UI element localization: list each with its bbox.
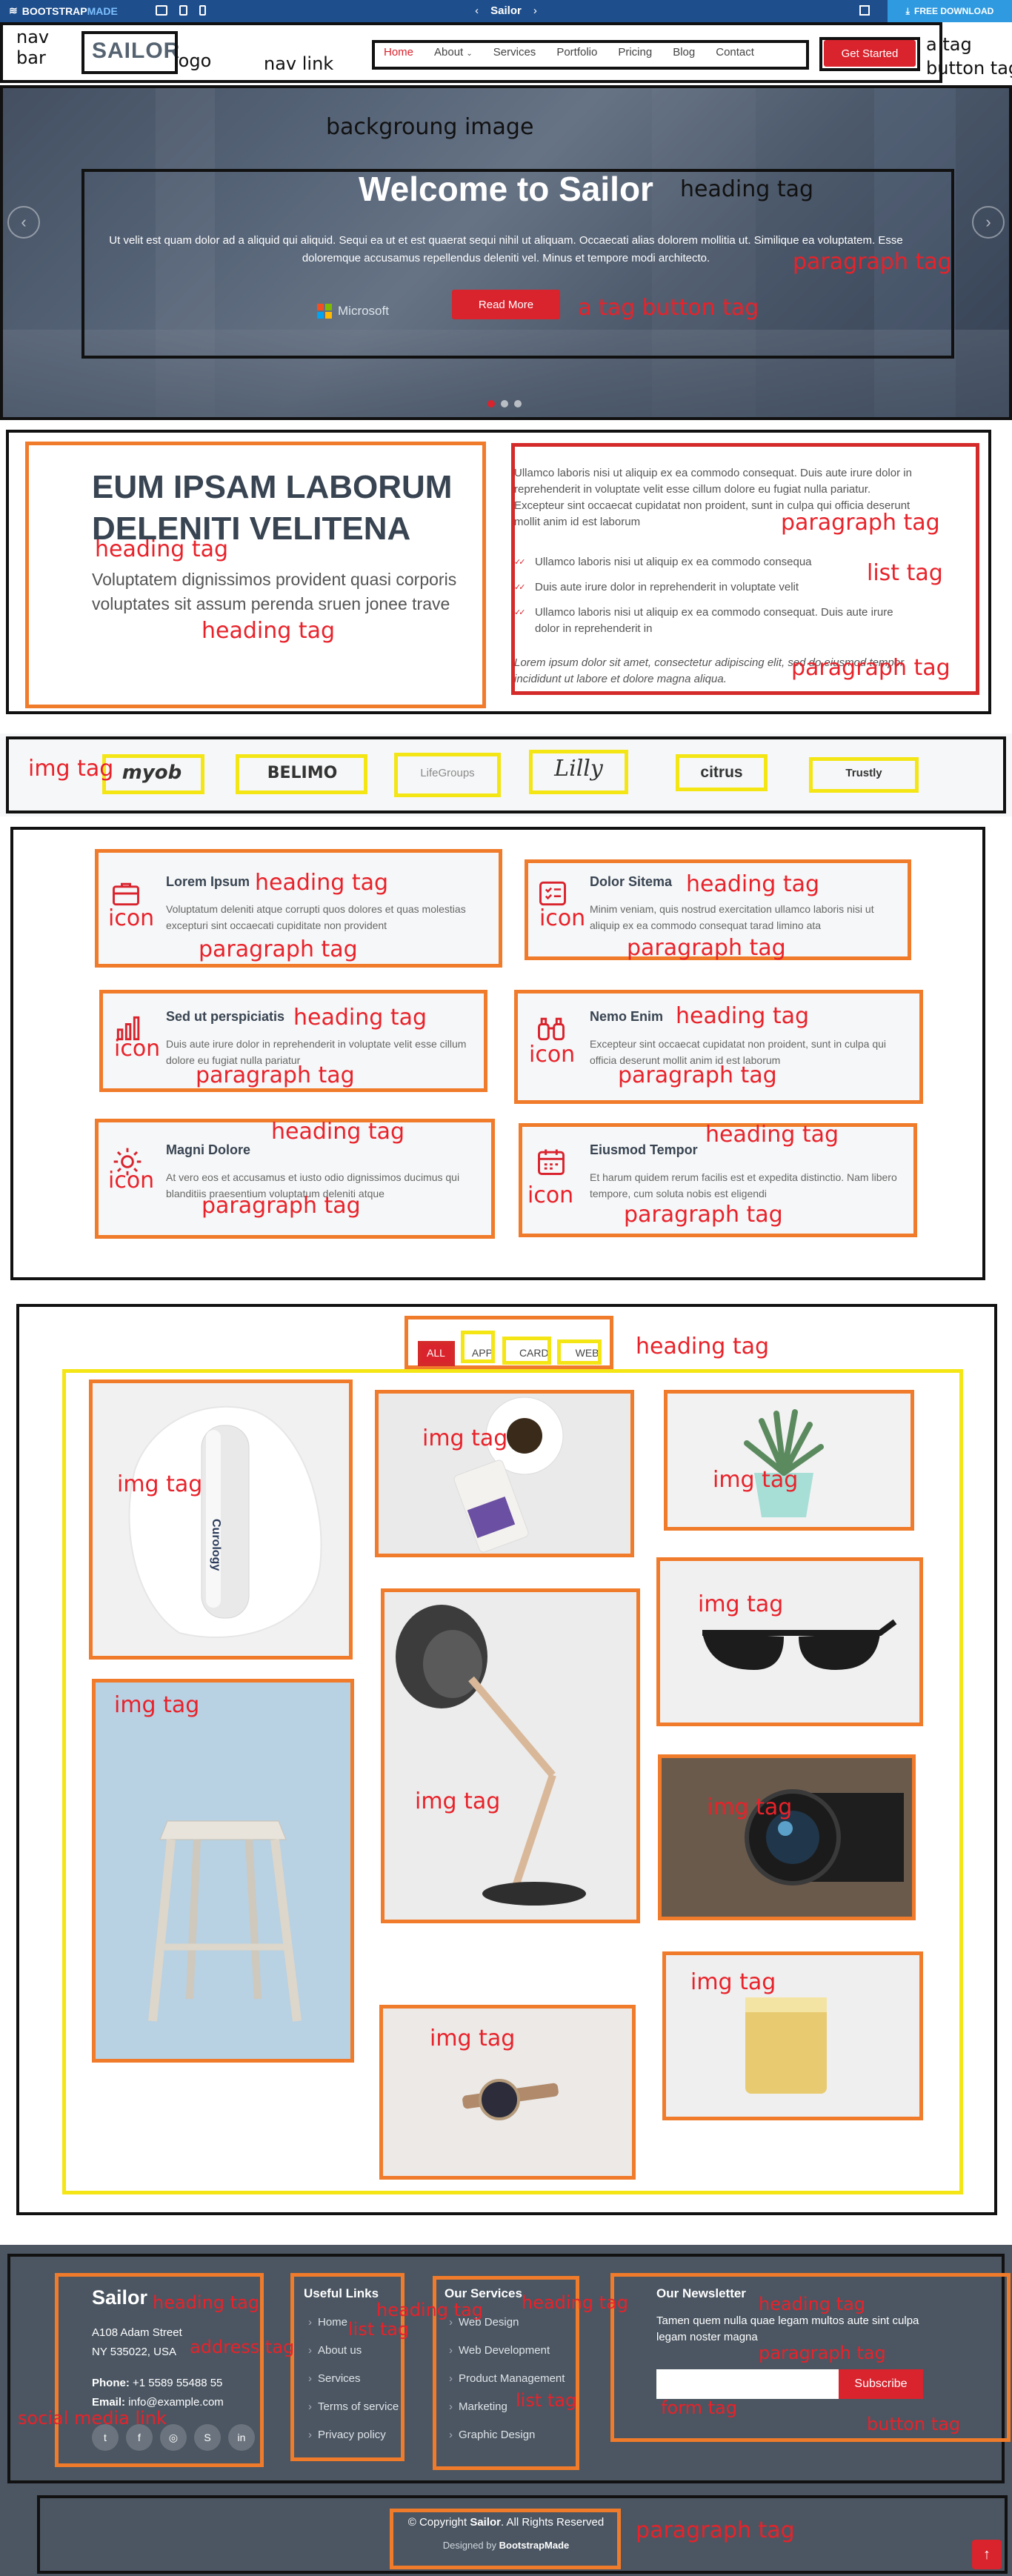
external-link-icon[interactable]	[859, 5, 870, 16]
annotation-label: paragraph tag	[618, 1062, 777, 1088]
annotation-label: paragraph tag	[793, 249, 952, 275]
annotation-box-nav	[372, 40, 809, 70]
annotation-label: img tag	[430, 2026, 516, 2051]
annotation-box-cta	[819, 37, 920, 71]
annotation-label: heading tag	[376, 2300, 484, 2320]
annotation-label: paragraph tag	[199, 936, 358, 962]
annotation-label: list tag	[348, 2319, 410, 2340]
annotation-label: paragraph tag	[791, 655, 951, 681]
annotation-label: paragraph tag	[781, 510, 940, 536]
annotation-label: social media link	[18, 2408, 167, 2429]
annotation-label: heading tag	[153, 2292, 260, 2313]
template-name: Sailor	[490, 4, 522, 17]
annotation-label: img tag	[713, 1467, 799, 1493]
annotation-label: nav bar	[16, 27, 50, 68]
annotation-label: icon	[108, 905, 155, 931]
download-label: FREE DOWNLOAD	[913, 6, 994, 16]
annotation-label: img tag	[117, 1471, 203, 1497]
annotation-label: heading tag	[759, 2294, 866, 2314]
annotation-box-client	[529, 750, 628, 794]
annotation-box-filter-active	[418, 1341, 455, 1366]
annotation-label: paragraph tag	[636, 2517, 795, 2543]
annotation-label: list tag	[867, 560, 943, 586]
annotation-label: heading tag	[680, 176, 814, 202]
annotation-label: paragraph tag	[627, 935, 786, 961]
annotation-box-client	[676, 754, 768, 791]
chevron-left-icon[interactable]: ‹	[475, 4, 479, 17]
annotation-label: heading tag	[636, 1334, 770, 1359]
annotation-label: form tag	[661, 2397, 737, 2418]
annotation-label: icon	[529, 1042, 576, 1068]
annotation-label: img tag	[415, 1788, 501, 1814]
annotation-label: a tag button tag	[578, 295, 759, 321]
annotation-box-img	[381, 1588, 640, 1923]
annotation-box-logo	[81, 31, 178, 74]
annotation-label: a tag button tag	[926, 34, 1012, 79]
annotation-label: img tag	[28, 756, 114, 782]
annotation-label: paragraph tag	[202, 1193, 361, 1219]
annotation-label: heading tag	[271, 1119, 405, 1145]
annotation-box-about-left	[25, 442, 486, 708]
annotation-label: paragraph tag	[624, 1202, 783, 1228]
annotation-box-filter	[461, 1331, 495, 1363]
annotation-label: heading tag	[676, 1003, 810, 1029]
annotation-label: img tag	[707, 1794, 793, 1820]
download-icon: ⤓	[905, 5, 910, 16]
annotation-label: button tag	[867, 2414, 961, 2434]
annotation-label: heading tag	[202, 618, 336, 644]
annotation-label: list tag	[516, 2390, 577, 2411]
annotation-label: heading tag	[705, 1122, 839, 1148]
annotation-label: heading tag	[522, 2292, 629, 2313]
annotation-box-img	[89, 1379, 353, 1660]
free-download-button[interactable]: ⤓ FREE DOWNLOAD	[888, 0, 1012, 22]
annotation-label: icon	[539, 905, 586, 931]
annotation-box-client	[236, 754, 367, 794]
annotation-label: logo	[173, 50, 212, 71]
annotation-label: icon	[527, 1182, 574, 1208]
annotation-label: heading tag	[293, 1005, 427, 1031]
annotation-label: paragraph tag	[196, 1062, 355, 1088]
annotation-box-img	[656, 1557, 923, 1726]
annotation-label: nav link	[264, 53, 334, 74]
annotation-box-client	[394, 753, 501, 797]
annotation-label: heading tag	[686, 871, 820, 897]
chevron-right-icon[interactable]: ›	[533, 4, 537, 17]
annotation-box-img	[658, 1754, 916, 1920]
demo-top-bar: ≋ BOOTSTRAP MADE ‹ Sailor › ⤓ FREE DOWNLOAD	[0, 0, 1012, 22]
annotation-box-img	[664, 1390, 914, 1531]
annotation-label: img tag	[422, 1425, 508, 1451]
annotation-box-copyright	[390, 2509, 621, 2569]
annotation-label: address tag	[190, 2337, 295, 2357]
annotation-box-filter	[502, 1337, 551, 1365]
annotation-label: img tag	[114, 1692, 200, 1718]
annotation-box-filter	[557, 1339, 602, 1365]
annotation-label: heading tag	[95, 536, 229, 562]
annotation-box-client	[102, 754, 204, 794]
annotation-label: icon	[114, 1036, 161, 1062]
annotation-label: paragraph tag	[759, 2343, 886, 2363]
annotation-label: img tag	[690, 1969, 776, 1995]
annotation-label: icon	[108, 1168, 155, 1194]
annotation-box-img	[92, 1679, 354, 2063]
annotation-box-img	[375, 1390, 634, 1557]
annotation-label: heading tag	[255, 870, 389, 896]
annotation-label: backgroung image	[326, 114, 534, 140]
annotation-label: img tag	[698, 1591, 784, 1617]
annotation-box-client	[809, 757, 919, 793]
